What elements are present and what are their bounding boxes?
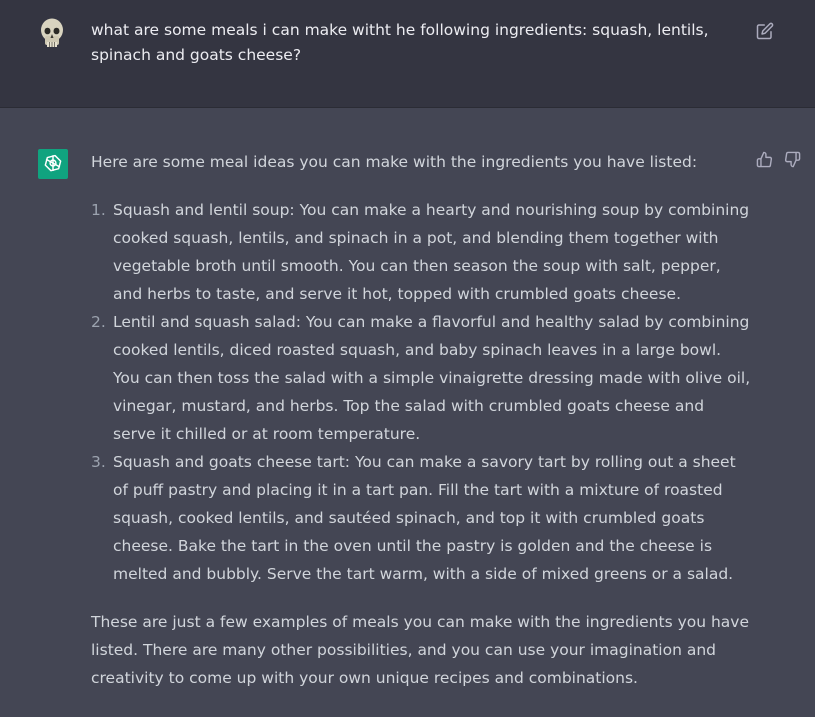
openai-logo-icon — [38, 149, 68, 179]
answer-outro: These are just a few examples of meals y… — [91, 613, 750, 687]
assistant-message-body: Here are some meal ideas you can make wi… — [91, 148, 751, 692]
thumbs-up-icon[interactable] — [756, 151, 773, 168]
list-number: 1. — [91, 201, 106, 219]
answer-intro: Here are some meal ideas you can make wi… — [91, 153, 698, 171]
list-item-text: Lentil and squash salad: You can make a … — [113, 313, 751, 443]
meal-list: 1. Squash and lentil soup: You can make … — [91, 196, 751, 588]
user-message: what are some meals i can make witht he … — [0, 0, 815, 108]
list-number: 3. — [91, 453, 106, 471]
list-number: 2. — [91, 313, 106, 331]
assistant-message: Here are some meal ideas you can make wi… — [0, 108, 815, 717]
list-item-text: Squash and goats cheese tart: You can ma… — [113, 453, 736, 583]
list-item: 1. Squash and lentil soup: You can make … — [91, 196, 751, 308]
list-item: 3. Squash and goats cheese tart: You can… — [91, 448, 751, 588]
user-message-text: what are some meals i can make witht he … — [91, 21, 709, 64]
skull-icon — [38, 17, 66, 51]
thumbs-down-icon[interactable] — [784, 151, 801, 168]
edit-icon[interactable] — [756, 22, 774, 40]
list-item-text: Squash and lentil soup: You can make a h… — [113, 201, 750, 303]
list-item: 2. Lentil and squash salad: You can make… — [91, 308, 751, 448]
